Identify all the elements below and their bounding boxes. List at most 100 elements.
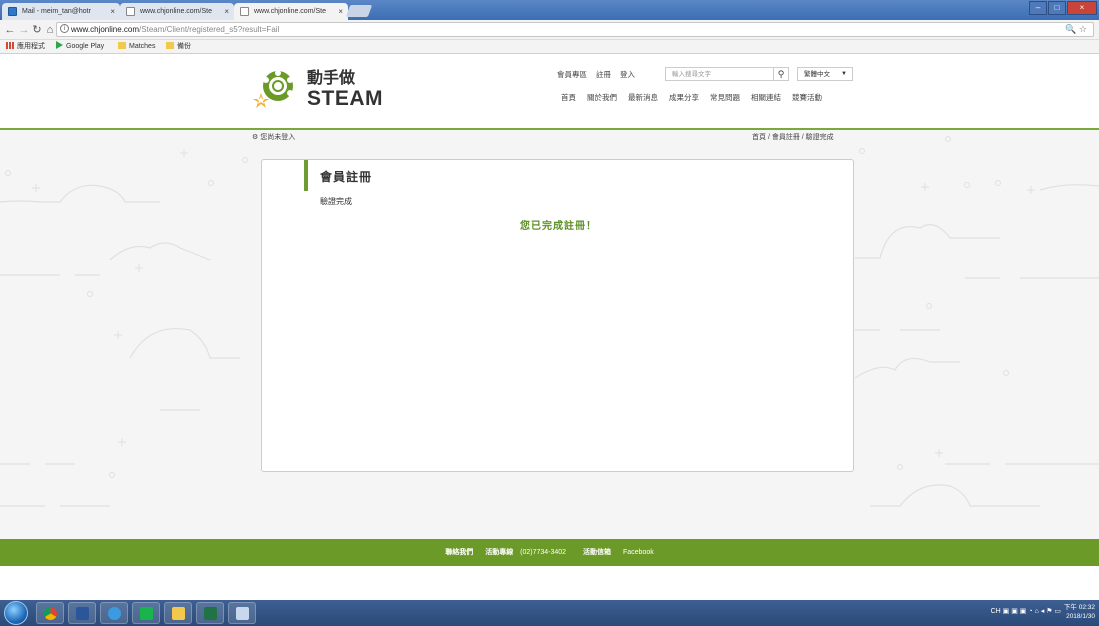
folder-icon [166,42,174,49]
close-icon[interactable]: × [224,3,229,20]
step-label: 驗證完成 [320,197,352,206]
taskbar-chrome[interactable] [36,602,64,624]
hotline-label: 活動專線 [485,549,514,556]
search-icon[interactable]: ⚲ [773,68,788,80]
browser-tab-chjonline-1[interactable]: www.chjonline.com/Ste × [120,3,234,20]
hotline-number: (02)7734-3402 [520,549,567,556]
member-area-link[interactable]: 會員專區 [557,70,587,79]
logo-line1: 動手做 [307,70,356,87]
gear-icon: ⚙ [252,134,261,141]
facebook-link[interactable]: Facebook [623,549,654,556]
maximize-button[interactable]: □ [1048,1,1066,15]
page-icon [240,7,249,16]
browser-toolbar: ← → ↻ ⌂ i www.chjonline.com/Steam/Client… [0,20,1099,40]
line-icon [140,607,153,620]
window-close-button[interactable]: × [1067,1,1097,15]
taskbar-excel[interactable] [196,602,224,624]
title-accent-bar [304,160,308,191]
search-input[interactable]: 輸入搜尋文字 ⚲ [665,67,789,81]
url-path: /Steam/Client/registered_s5?result=Fail [139,25,280,34]
excel-icon [204,607,217,620]
registration-card: 會員註冊 驗證完成 您已完成註冊！ [261,159,854,472]
nav-home[interactable]: 首頁 [561,93,576,102]
tab-label: www.chjonline.com/Ste [254,8,326,15]
mailbox-link[interactable]: 活動信箱 [583,549,611,556]
chevron-down-icon: ▼ [841,71,847,77]
browser-tab-mail[interactable]: Mail - meim_tan@hotr × [2,3,120,20]
nav-competition[interactable]: 競賽活動 [792,93,822,102]
word-icon [76,607,89,620]
input-language: CH [990,608,1001,615]
url-host: www.chjonline.com [71,25,140,34]
steam-logo-icon[interactable] [252,66,300,110]
home-icon[interactable]: ⌂ [44,23,56,37]
close-icon[interactable]: × [110,3,115,20]
language-value: 繁體中文 [804,71,830,78]
taskbar-paint[interactable] [228,602,256,624]
nav-about[interactable]: 關於我們 [587,93,617,102]
taskbar-line[interactable] [132,602,160,624]
site-logo-text[interactable]: 動手做 STEAM [307,70,383,110]
paint-icon [236,607,249,620]
bookmark-label: Matches [129,43,156,50]
info-icon[interactable]: i [60,24,69,33]
breadcrumb[interactable]: 首頁 / 會員註冊 / 驗證完成 [752,132,834,142]
web-page: 動手做 STEAM 會員專區 註冊 登入 輸入搜尋文字 ⚲ 繁體中文 ▼ 首頁 關於我… [0,55,1099,600]
bookmark-google-play[interactable]: Google Play [56,40,104,53]
address-bar[interactable]: i www.chjonline.com/Steam/Client/registe… [56,22,1094,37]
play-icon [56,41,63,49]
mail-icon [8,7,17,16]
tab-label: Mail - meim_tan@hotr [22,8,91,15]
folder-icon [172,607,185,620]
start-button[interactable] [4,601,28,625]
nav-news[interactable]: 最新消息 [628,93,658,102]
search-placeholder: 輸入搜尋文字 [672,71,711,78]
nav-showcase[interactable]: 成果分享 [669,93,699,102]
bookmark-label: 備份 [177,43,191,50]
bookmark-matches[interactable]: Matches [118,40,155,53]
nav-links[interactable]: 相關連結 [751,93,781,102]
folder-icon [118,42,126,49]
success-message: 您已完成註冊！ [520,221,597,232]
taskbar-word[interactable] [68,602,96,624]
clock-time: 下午 02:32 [1063,604,1095,611]
chrome-icon [44,607,57,620]
browser-tabstrip: Mail - meim_tan@hotr × www.chjonline.com… [0,0,1099,20]
taskbar-ie[interactable] [100,602,128,624]
login-link[interactable]: 登入 [620,70,635,79]
contact-link[interactable]: 聯絡我們 [445,549,473,556]
minimize-button[interactable]: – [1029,1,1047,15]
close-icon[interactable]: × [338,3,343,20]
logo-line2: STEAM [307,87,383,110]
back-arrow-icon[interactable]: ← [4,23,16,37]
bookmark-backup[interactable]: 備份 [166,40,191,53]
page-icon [126,7,135,16]
taskbar-explorer[interactable] [164,602,192,624]
reload-icon[interactable]: ↻ [31,23,43,37]
bookmark-label: Google Play [66,43,105,50]
zoom-and-star-icons[interactable]: 🔍 ☆ [1065,23,1087,36]
main-nav: 首頁 關於我們 最新消息 成果分享 常見問題 相關連結 競賽活動 [561,92,833,103]
bookmarks-bar: 應用程式 Google Play Matches 備份 [0,40,1099,54]
register-link[interactable]: 註冊 [596,70,611,79]
system-tray[interactable]: CH ▣ ▣ ▣ ◔ ⌂ ◂ ⚑ ▭ [991,607,1061,615]
clock-date: 2018/1/30 [1066,613,1095,620]
status-bar: ⚙ 您尚未登入 首頁 / 會員註冊 / 驗證完成 [0,130,1099,144]
tab-label: www.chjonline.com/Ste [140,8,212,15]
site-footer: 聯絡我們 活動專線 (02)7734-3402 活動信箱 Facebook [0,539,1099,566]
top-links: 會員專區 註冊 登入 [557,69,644,80]
internet-explorer-icon [108,607,121,620]
site-header: 動手做 STEAM 會員專區 註冊 登入 輸入搜尋文字 ⚲ 繁體中文 ▼ 首頁 關於我… [0,55,1099,128]
login-status: ⚙ 您尚未登入 [252,132,295,142]
forward-arrow-icon[interactable]: → [18,23,30,37]
bookmark-label: 應用程式 [17,43,45,50]
language-select[interactable]: 繁體中文 ▼ [797,67,853,81]
login-status-text: 您尚未登入 [260,134,296,141]
browser-tab-chjonline-active[interactable]: www.chjonline.com/Ste × [234,3,348,20]
window-controls: – □ × [1028,1,1097,15]
bookmark-apps[interactable]: 應用程式 [6,40,45,53]
apps-grid-icon [6,42,14,49]
new-tab-button[interactable] [345,5,373,17]
clock[interactable]: 下午 02:32 2018/1/30 [1064,603,1095,621]
nav-faq[interactable]: 常見問題 [710,93,740,102]
